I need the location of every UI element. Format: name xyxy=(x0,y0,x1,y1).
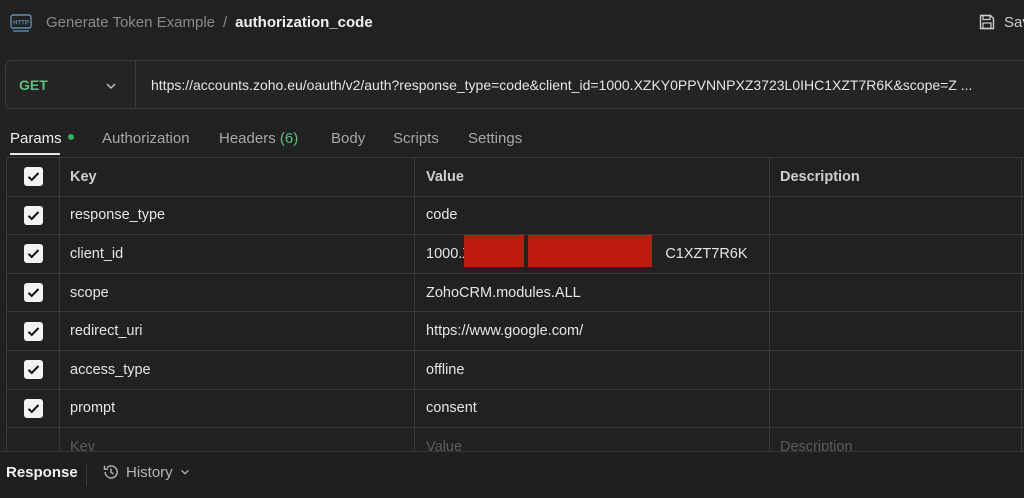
history-button[interactable]: History xyxy=(102,463,191,481)
param-description[interactable] xyxy=(770,273,1022,312)
param-key[interactable]: scope xyxy=(60,273,415,312)
method-select[interactable]: GET xyxy=(6,61,136,108)
param-description[interactable] xyxy=(770,235,1022,273)
row-checkbox[interactable] xyxy=(23,244,43,264)
param-value[interactable]: code xyxy=(415,196,770,235)
tab-scripts[interactable]: Scripts xyxy=(393,130,439,147)
check-icon xyxy=(27,326,39,337)
row-checkbox[interactable] xyxy=(23,205,43,225)
param-description[interactable] xyxy=(770,389,1022,428)
tab-authorization[interactable]: Authorization xyxy=(102,130,190,147)
response-bar: Response History xyxy=(0,451,1024,498)
chevron-down-icon xyxy=(106,83,116,90)
select-all-checkbox[interactable] xyxy=(23,167,43,187)
redaction-block xyxy=(464,235,524,267)
check-icon xyxy=(27,211,39,221)
divider xyxy=(86,464,87,486)
history-label: History xyxy=(126,463,173,481)
param-key[interactable]: response_type xyxy=(60,196,415,235)
new-key-input[interactable]: Key xyxy=(60,428,415,451)
table-row: redirect_uri https://www.google.com/ xyxy=(6,312,1024,351)
request-tabs: Params Authorization Headers (6) Body Sc… xyxy=(0,126,1024,156)
svg-text:HTTP: HTTP xyxy=(13,21,29,27)
url-input[interactable]: https://accounts.zoho.eu/oauth/v2/auth?r… xyxy=(136,77,1016,93)
check-icon xyxy=(27,365,39,375)
param-value[interactable]: offline xyxy=(415,351,770,389)
method-label: GET xyxy=(19,76,48,93)
breadcrumb-collection[interactable]: Generate Token Example xyxy=(46,14,215,31)
check-icon xyxy=(27,288,39,298)
param-value[interactable]: https://www.google.com/ xyxy=(415,312,770,350)
response-tab[interactable]: Response xyxy=(6,464,78,481)
active-tab-underline xyxy=(10,153,60,155)
tab-params-label: Params xyxy=(10,130,62,147)
param-key[interactable]: prompt xyxy=(60,389,415,428)
save-label: Sav xyxy=(1004,13,1024,31)
column-header-key: Key xyxy=(60,158,415,196)
chevron-down-icon xyxy=(180,469,189,475)
param-key[interactable]: redirect_uri xyxy=(60,312,415,350)
column-header-description: Description xyxy=(770,158,1022,196)
new-param-row: Key Value Description xyxy=(6,428,1024,451)
param-key[interactable]: access_type xyxy=(60,351,415,389)
param-description[interactable] xyxy=(770,351,1022,389)
table-row: access_type offline xyxy=(6,351,1024,390)
row-checkbox[interactable] xyxy=(23,283,43,303)
http-icon: HTTP xyxy=(10,14,32,32)
new-value-input[interactable]: Value xyxy=(415,428,770,451)
row-checkbox[interactable] xyxy=(23,398,43,418)
breadcrumb: Generate Token Example / authorization_c… xyxy=(46,14,373,31)
request-header: HTTP Generate Token Example / authorizat… xyxy=(0,0,1024,48)
history-icon xyxy=(103,465,118,479)
breadcrumb-separator: / xyxy=(223,14,228,31)
table-row: prompt consent xyxy=(6,389,1024,429)
tab-headers[interactable]: Headers (6) xyxy=(219,130,298,147)
tab-settings[interactable]: Settings xyxy=(468,130,522,147)
tab-headers-label: Headers xyxy=(219,130,276,147)
column-header-value: Value xyxy=(415,158,770,196)
url-bar: GET https://accounts.zoho.eu/oauth/v2/au… xyxy=(5,60,1024,109)
row-checkbox[interactable] xyxy=(23,321,43,341)
table-header-row: Key Value Description xyxy=(6,158,1024,197)
table-row: scope ZohoCRM.modules.ALL xyxy=(6,273,1024,313)
save-button[interactable]: Sav xyxy=(978,13,1024,31)
check-icon xyxy=(27,404,39,414)
param-description[interactable] xyxy=(770,312,1022,350)
param-description[interactable] xyxy=(770,196,1022,235)
new-description-input[interactable]: Description xyxy=(770,428,1022,451)
param-key[interactable]: client_id xyxy=(60,235,415,273)
param-value[interactable]: ZohoCRM.modules.ALL xyxy=(415,273,770,312)
table-row: response_type code xyxy=(6,196,1024,236)
row-checkbox[interactable] xyxy=(23,360,43,380)
check-icon xyxy=(27,249,39,259)
headers-count-badge: (6) xyxy=(279,130,299,147)
check-icon xyxy=(27,172,39,182)
tab-params[interactable]: Params xyxy=(10,130,74,147)
request-name[interactable]: authorization_code xyxy=(235,14,373,31)
param-value[interactable]: consent xyxy=(415,389,770,428)
redaction-block xyxy=(528,235,652,267)
params-table: Key Value Description response_type code… xyxy=(6,157,1024,451)
save-icon xyxy=(979,14,995,30)
active-indicator-dot xyxy=(67,134,74,141)
tab-body[interactable]: Body xyxy=(331,130,365,147)
